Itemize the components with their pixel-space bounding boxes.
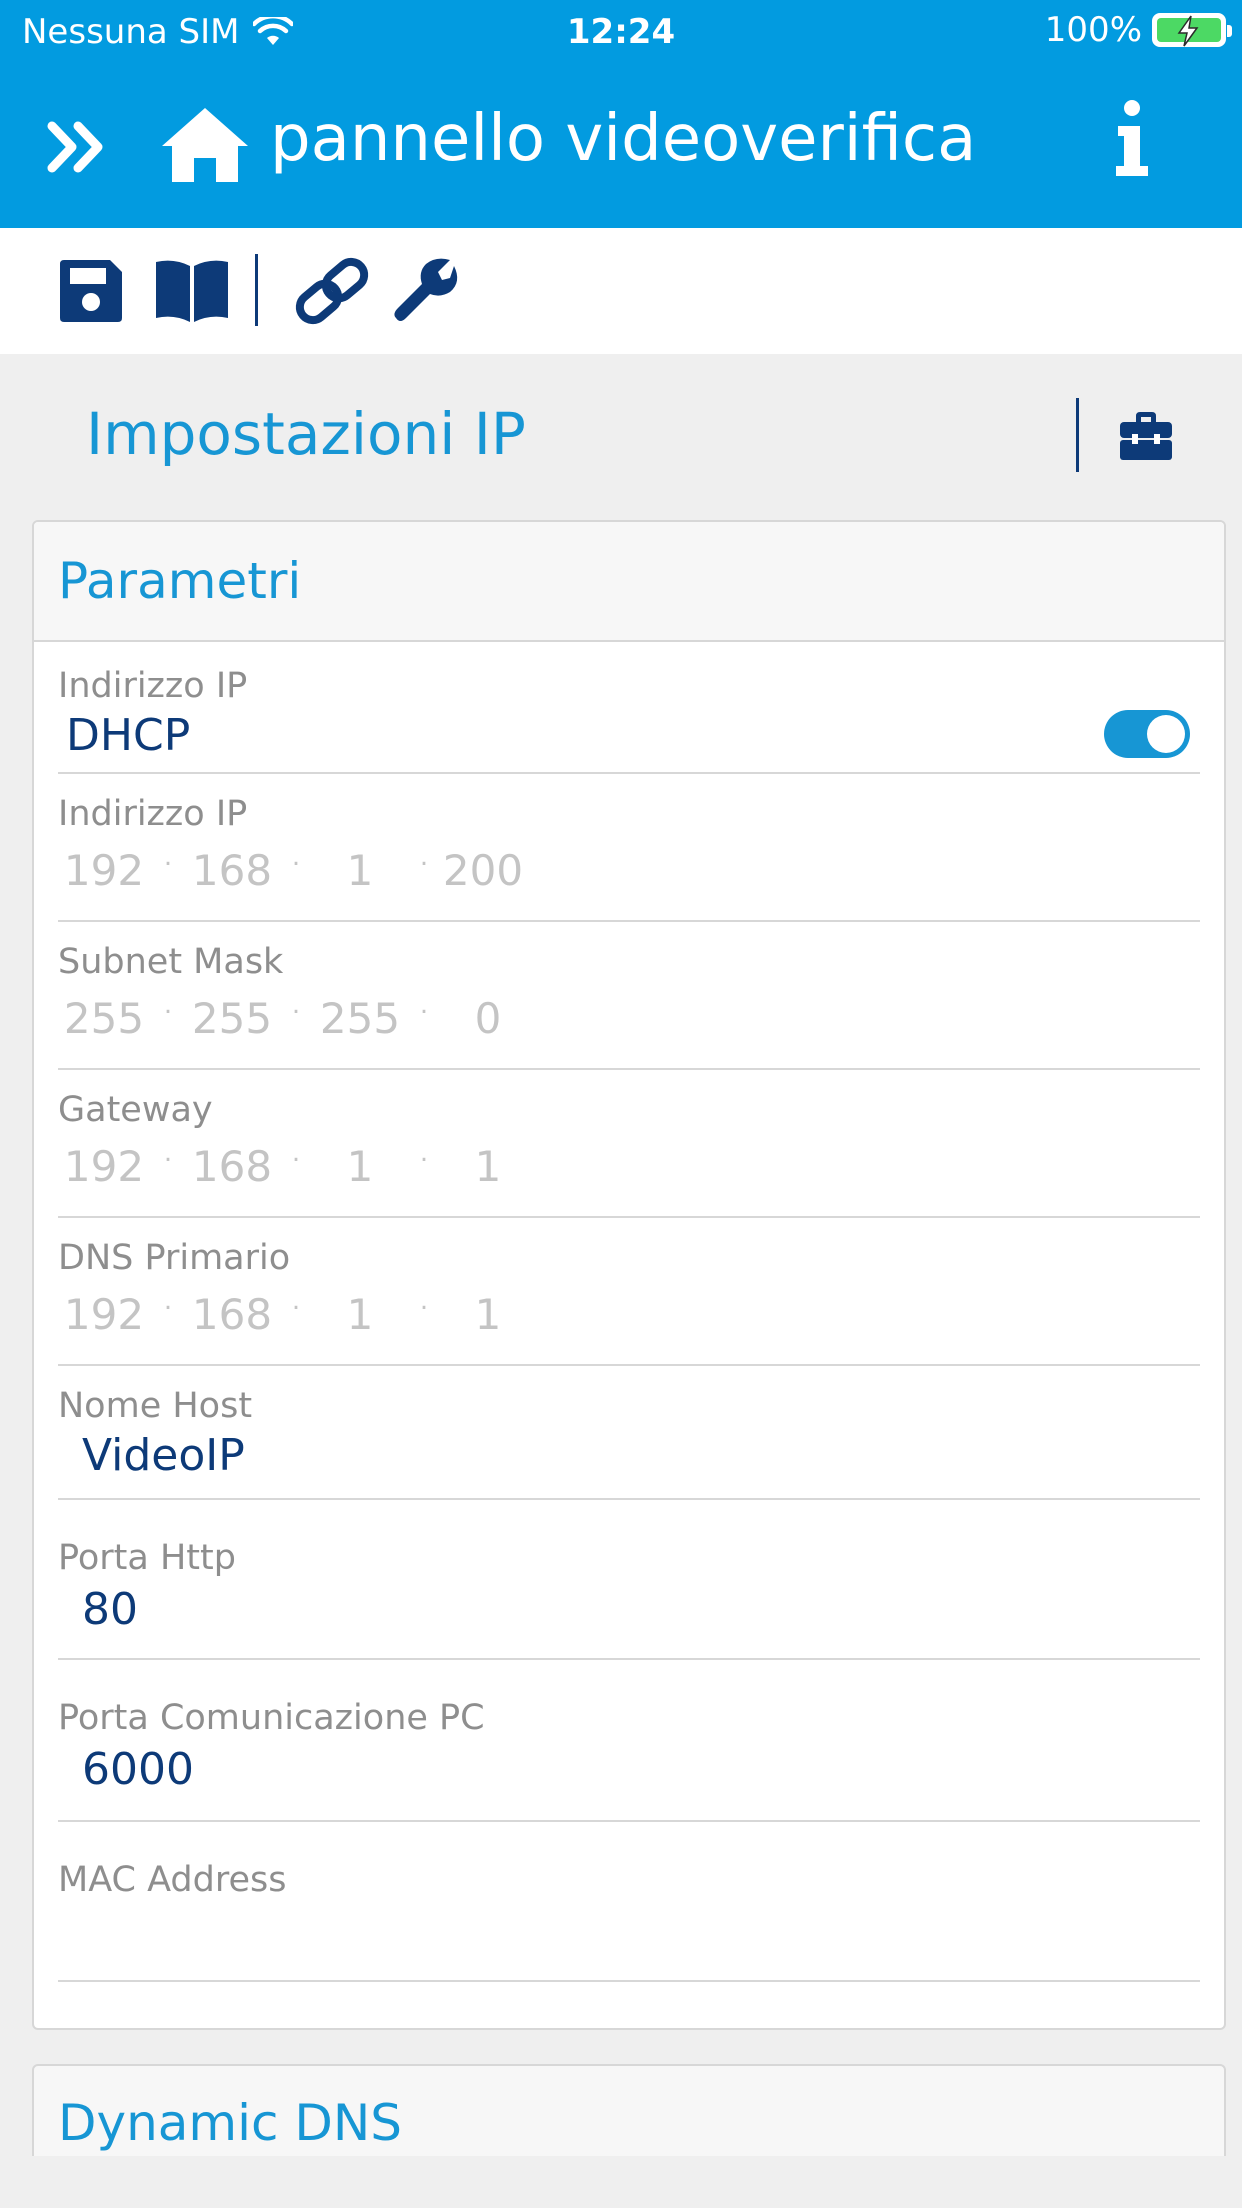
info-icon[interactable] xyxy=(1110,98,1150,178)
app-top-bar: Nessuna SIM 12:24 100% pannello videover… xyxy=(0,0,1242,228)
toolbar xyxy=(0,228,1242,354)
subnet-octet-1[interactable]: 255 xyxy=(58,994,150,1043)
dns-octet-3[interactable]: 1 xyxy=(314,1290,406,1339)
ip-octet-1[interactable]: 192 xyxy=(58,846,150,895)
dhcp-field: Indirizzo IP DHCP xyxy=(58,644,1200,774)
gateway-input[interactable]: 192. 168. 1. 1 xyxy=(58,1138,570,1192)
subnet-octet-4[interactable]: 0 xyxy=(442,994,534,1043)
parameters-card: Parametri Indirizzo IP DHCP Indirizzo IP… xyxy=(32,520,1226,2030)
ip-octet-2[interactable]: 168 xyxy=(186,846,278,895)
dhcp-toggle[interactable] xyxy=(1104,710,1190,758)
dns-octet-4[interactable]: 1 xyxy=(442,1290,534,1339)
dns-primary-field: DNS Primario 192. 168. 1. 1 xyxy=(58,1218,1200,1366)
mac-address-label: MAC Address xyxy=(58,1860,287,1900)
subnet-mask-field: Subnet Mask 255. 255. 255. 0 xyxy=(58,922,1200,1070)
bottom-edge xyxy=(0,2156,1242,2208)
dns-primary-label: DNS Primario xyxy=(58,1238,291,1278)
subnet-mask-label: Subnet Mask xyxy=(58,942,284,982)
book-icon[interactable] xyxy=(152,256,232,326)
section-title: Impostazioni IP xyxy=(86,400,526,468)
gateway-octet-3[interactable]: 1 xyxy=(314,1142,406,1191)
wrench-icon[interactable] xyxy=(392,256,462,326)
toolbar-divider xyxy=(255,254,258,326)
battery-percent: 100% xyxy=(1044,10,1142,50)
dns-octet-2[interactable]: 168 xyxy=(186,1290,278,1339)
toolbox-icon[interactable] xyxy=(1118,408,1174,464)
dns-octet-1[interactable]: 192 xyxy=(58,1290,150,1339)
ip-octet-4[interactable]: 200 xyxy=(442,846,524,895)
ip-address-field: Indirizzo IP 192. 168. 1. 200 xyxy=(58,774,1200,922)
app-header: pannello videoverifica xyxy=(0,62,1242,228)
host-name-field: Nome Host VideoIP xyxy=(58,1366,1200,1500)
card-title: Parametri xyxy=(58,552,302,610)
subnet-octet-3[interactable]: 255 xyxy=(314,994,406,1043)
section-divider xyxy=(1076,398,1079,472)
card-header: Parametri xyxy=(34,522,1224,642)
host-name-label: Nome Host xyxy=(58,1386,253,1426)
dhcp-value: DHCP xyxy=(66,710,191,761)
gateway-field: Gateway 192. 168. 1. 1 xyxy=(58,1070,1200,1218)
ip-address-input[interactable]: 192. 168. 1. 200 xyxy=(58,842,570,896)
double-chevron-right-icon[interactable] xyxy=(44,112,114,182)
http-port-field: Porta Http 80 xyxy=(58,1500,1200,1660)
subnet-mask-input[interactable]: 255. 255. 255. 0 xyxy=(58,990,570,1044)
dns-primary-input[interactable]: 192. 168. 1. 1 xyxy=(58,1286,570,1340)
gateway-octet-4[interactable]: 1 xyxy=(442,1142,534,1191)
mac-address-field: MAC Address xyxy=(58,1822,1200,1982)
pc-port-field: Porta Comunicazione PC 6000 xyxy=(58,1660,1200,1822)
battery-icon xyxy=(1152,13,1232,47)
gateway-octet-2[interactable]: 168 xyxy=(186,1142,278,1191)
pc-port-label: Porta Comunicazione PC xyxy=(58,1698,485,1738)
link-icon[interactable] xyxy=(290,256,374,326)
page-title: pannello videoverifica xyxy=(270,102,977,176)
home-icon[interactable] xyxy=(160,104,250,184)
dhcp-label: Indirizzo IP xyxy=(58,666,248,706)
host-name-input[interactable]: VideoIP xyxy=(82,1430,245,1481)
status-bar: Nessuna SIM 12:24 100% xyxy=(0,0,1242,62)
gateway-octet-1[interactable]: 192 xyxy=(58,1142,150,1191)
save-icon[interactable] xyxy=(56,256,126,326)
http-port-input[interactable]: 80 xyxy=(82,1584,138,1635)
ip-address-label: Indirizzo IP xyxy=(58,794,248,834)
pc-port-input[interactable]: 6000 xyxy=(82,1744,194,1795)
gateway-label: Gateway xyxy=(58,1090,213,1130)
ip-octet-3[interactable]: 1 xyxy=(314,846,406,895)
subnet-octet-2[interactable]: 255 xyxy=(186,994,278,1043)
dynamic-dns-title: Dynamic DNS xyxy=(58,2094,403,2152)
http-port-label: Porta Http xyxy=(58,1538,236,1578)
